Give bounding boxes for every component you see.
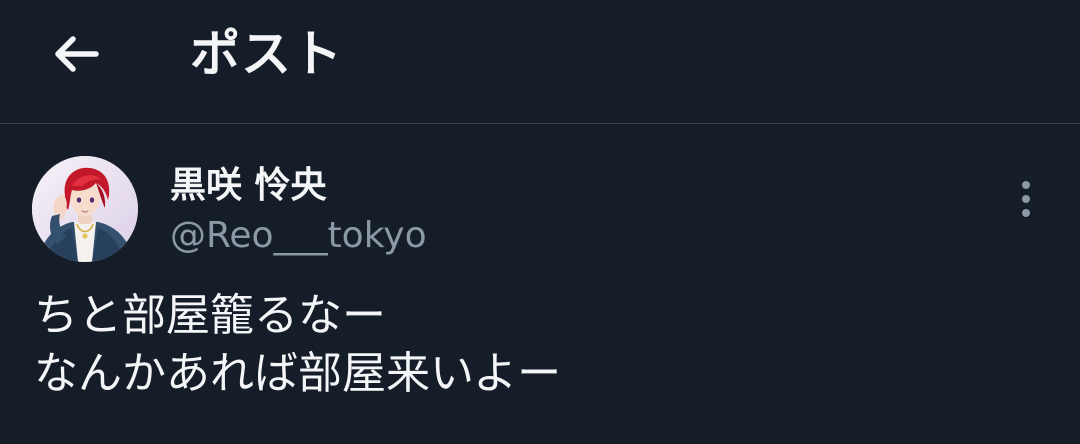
- author-display-name[interactable]: 黒咲 怜央: [170, 165, 327, 207]
- back-button[interactable]: [44, 22, 108, 86]
- post-detail-screen: ポスト 黒咲 怜央 @Reo___tokyo ちと部屋籠るなー なんかあれば部屋…: [0, 0, 1080, 444]
- post-body: ちと部屋籠るなー なんかあれば部屋来いよー: [34, 287, 1044, 403]
- post-text-line-2: なんかあれば部屋来いよー: [34, 348, 562, 399]
- avatar[interactable]: [32, 156, 138, 262]
- arrow-left-icon: [55, 36, 99, 72]
- more-options-button[interactable]: [1004, 175, 1048, 223]
- page-title: ポスト: [190, 25, 343, 83]
- more-vertical-icon: [1022, 181, 1030, 217]
- top-app-bar: ポスト: [0, 0, 1080, 124]
- author-handle[interactable]: @Reo___tokyo: [170, 215, 427, 257]
- post-text-line-1: ちと部屋籠るなー: [34, 290, 386, 341]
- avatar-image: [32, 156, 138, 262]
- post-card: 黒咲 怜央 @Reo___tokyo ちと部屋籠るなー なんかあれば部屋来いよー: [0, 125, 1080, 444]
